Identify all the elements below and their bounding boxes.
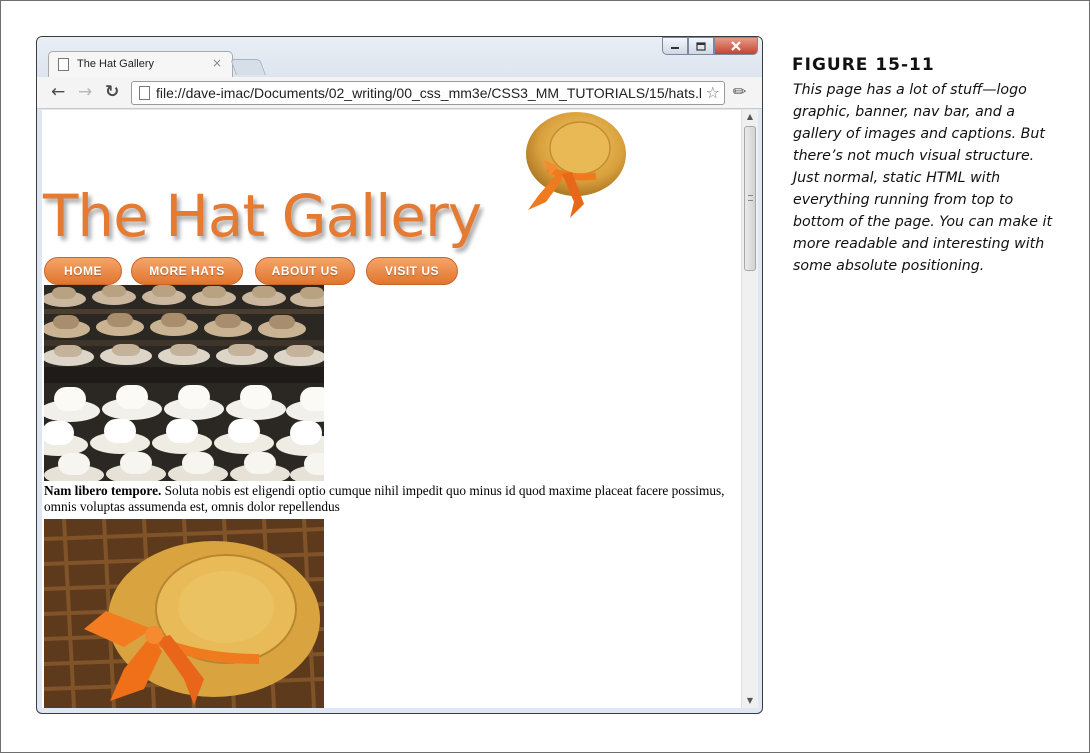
close-icon[interactable] bbox=[714, 37, 758, 55]
page-icon bbox=[58, 58, 69, 71]
figure-label: FIGURE 15-11 bbox=[792, 55, 935, 75]
logo-banner[interactable]: The Hat Gallery bbox=[43, 182, 482, 250]
browser-tab[interactable]: The Hat Gallery × bbox=[48, 51, 233, 77]
star-icon[interactable]: ☆ bbox=[706, 83, 720, 102]
logo-hat-image bbox=[526, 112, 626, 218]
scroll-thumb[interactable] bbox=[744, 126, 756, 271]
back-icon[interactable]: ← bbox=[51, 83, 65, 101]
nav-home[interactable]: HOME bbox=[44, 257, 122, 285]
page-viewport: The Hat Gallery HOME MORE HATS ABOUT US … bbox=[42, 110, 758, 708]
window-controls bbox=[662, 37, 758, 55]
browser-window: The Hat Gallery × ← → ↻ file://dave-imac… bbox=[36, 36, 763, 714]
reload-icon[interactable]: ↻ bbox=[105, 83, 119, 101]
nav-visit-us[interactable]: VISIT US bbox=[366, 257, 458, 285]
forward-icon[interactable]: → bbox=[78, 83, 92, 101]
scroll-down-arrow-icon[interactable]: ▼ bbox=[742, 694, 758, 708]
address-bar[interactable]: file://dave-imac/Documents/02_writing/00… bbox=[131, 81, 725, 105]
vertical-scrollbar[interactable]: ▲ ▼ bbox=[741, 110, 758, 708]
tab-close-icon[interactable]: × bbox=[212, 56, 222, 70]
toolbar: ← → ↻ file://dave-imac/Documents/02_writ… bbox=[37, 77, 762, 109]
maximize-icon[interactable] bbox=[688, 37, 714, 55]
figure-caption: This page has a lot of stuff—logo graphi… bbox=[793, 82, 1053, 274]
url-text[interactable]: file://dave-imac/Documents/02_writing/00… bbox=[156, 85, 701, 101]
gallery-image-straw-hat bbox=[44, 519, 324, 708]
tab-title: The Hat Gallery bbox=[77, 58, 155, 70]
page-icon bbox=[139, 86, 150, 100]
gallery-caption: Nam libero tempore. Soluta nobis est eli… bbox=[44, 483, 734, 515]
minimize-icon[interactable] bbox=[662, 37, 688, 55]
title-bar: The Hat Gallery × bbox=[37, 37, 762, 77]
scroll-up-arrow-icon[interactable]: ▲ bbox=[742, 110, 758, 124]
nav-about-us[interactable]: ABOUT US bbox=[255, 257, 355, 285]
wrench-icon[interactable]: ✎ bbox=[728, 80, 751, 103]
caption-bold: Nam libero tempore. bbox=[44, 483, 162, 498]
gallery-image-hat-shelves bbox=[44, 285, 324, 481]
new-tab-button[interactable] bbox=[230, 59, 266, 75]
nav-more-hats[interactable]: MORE HATS bbox=[131, 257, 243, 285]
